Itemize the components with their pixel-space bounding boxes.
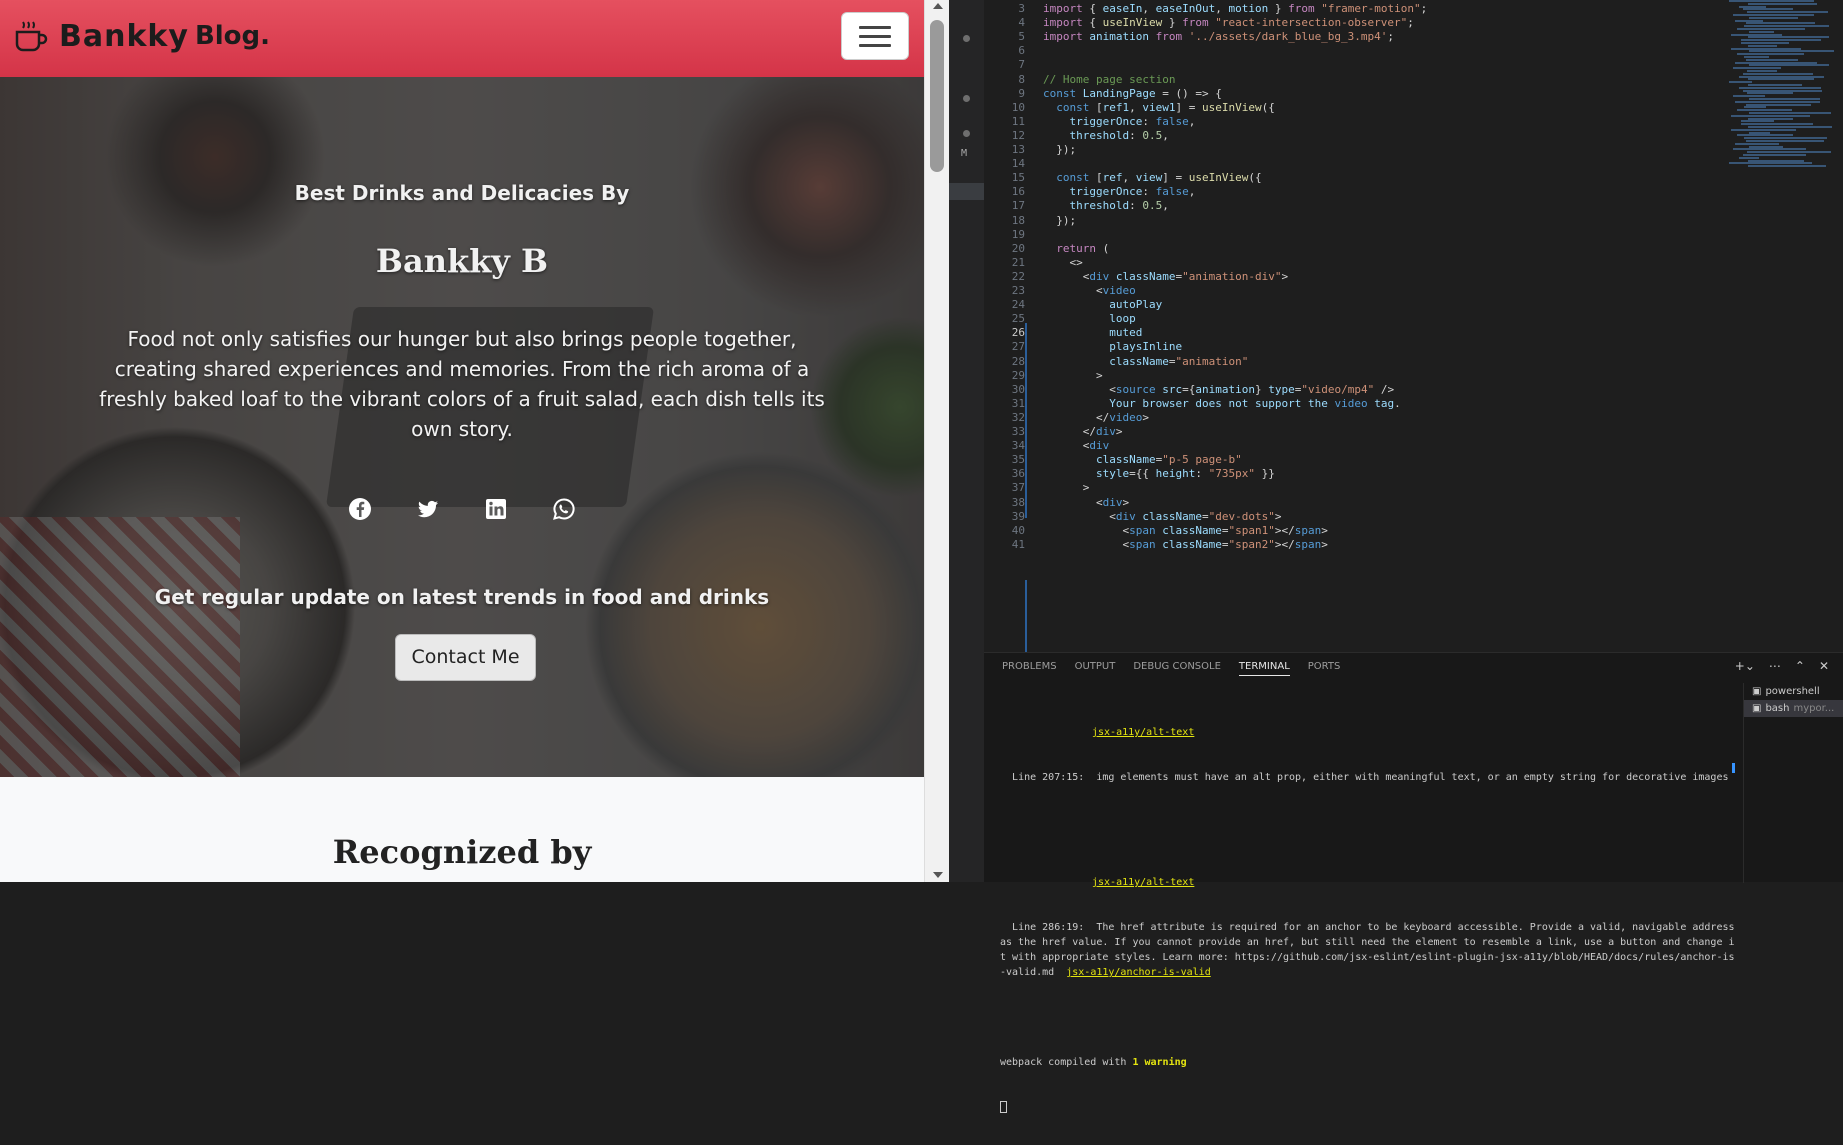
tab-ports[interactable]: PORTS xyxy=(1308,661,1341,676)
code-line[interactable]: 36 style={{ height: "735px" }} xyxy=(985,467,1700,481)
close-panel-icon[interactable]: ✕ xyxy=(1819,659,1829,673)
code-line[interactable]: 38 <div> xyxy=(985,496,1700,510)
more-actions-icon[interactable]: ⋯ xyxy=(1769,659,1781,673)
scroll-down-icon[interactable] xyxy=(933,872,943,878)
panel-controls: +⌄ ⋯ ⌃ ✕ xyxy=(1735,659,1829,673)
tab-output[interactable]: OUTPUT xyxy=(1075,661,1116,676)
code-line[interactable]: 37 > xyxy=(985,481,1700,495)
scrollbar-thumb[interactable] xyxy=(930,20,944,172)
code-line[interactable]: 3 import { easeIn, easeInOut, motion } fr… xyxy=(985,2,1700,16)
code-line[interactable]: 6 xyxy=(985,44,1700,58)
code-line[interactable]: 41 <span className="span2"></span> xyxy=(985,538,1700,552)
code-line[interactable]: 40 <span className="span1"></span> xyxy=(985,524,1700,538)
breakpoint-dot[interactable] xyxy=(963,35,970,42)
terminal-line: Line 207:15: img elements must have an a… xyxy=(1000,772,1729,783)
twitter-icon[interactable] xyxy=(416,497,440,521)
code-line[interactable]: 8// Home page section xyxy=(985,73,1700,87)
code-line[interactable]: 15 const [ref, view] = useInView({ xyxy=(985,171,1700,185)
hero-name: Bankky B xyxy=(375,242,549,280)
whatsapp-icon[interactable] xyxy=(552,497,576,521)
tab-problems[interactable]: PROBLEMS xyxy=(1002,661,1057,676)
code-line[interactable]: 20 return ( xyxy=(985,242,1700,256)
breakpoint-dot[interactable] xyxy=(963,95,970,102)
terminal-list: ▣ powershell ▣ bash mypor... xyxy=(1743,683,1843,883)
code-line[interactable]: 23 <video xyxy=(985,284,1700,298)
contact-me-button[interactable]: Contact Me xyxy=(395,634,536,681)
linkedin-icon[interactable] xyxy=(484,497,508,521)
lint-rule-link[interactable]: jsx-a11y/alt-text xyxy=(1092,877,1194,888)
code-line[interactable]: 30 <source src={animation} type="video/m… xyxy=(985,383,1700,397)
coffee-cup-icon xyxy=(15,21,48,52)
brand-logo[interactable]: Bankky Blog. xyxy=(13,18,270,54)
code-line[interactable]: 16 triggerOnce: false, xyxy=(985,185,1700,199)
brand-name: Bankky xyxy=(59,18,189,54)
browser-viewport: Bankky Blog. Best Drinks and Delicacies … xyxy=(0,0,924,882)
warning-count: 1 warning xyxy=(1132,1057,1187,1068)
code-line[interactable]: 24 autoPlay xyxy=(985,298,1700,312)
code-line[interactable]: 10 const [ref1, view1] = useInView({ xyxy=(985,101,1700,115)
bottom-panel: PROBLEMS OUTPUT DEBUG CONSOLE TERMINAL PORTS… xyxy=(984,652,1843,1113)
navbar: Bankky Blog. xyxy=(0,0,924,77)
code-line[interactable]: 12 threshold: 0.5, xyxy=(985,129,1700,143)
hero-subtitle: Best Drinks and Delicacies By xyxy=(294,181,630,205)
code-line[interactable]: 26 muted xyxy=(985,326,1700,340)
code-line[interactable]: 5 import animation from '../assets/dark_b… xyxy=(985,30,1700,44)
terminal-instance[interactable]: ▣ powershell xyxy=(1744,683,1843,700)
code-line[interactable]: 32 </video> xyxy=(985,411,1700,425)
code-line[interactable]: 39 <div className="dev-dots"> xyxy=(985,510,1700,524)
code-line[interactable]: 33 </div> xyxy=(985,425,1700,439)
code-line[interactable]: 21 <> xyxy=(985,256,1700,270)
code-line[interactable]: 25 loop xyxy=(985,312,1700,326)
browser-scrollbar[interactable] xyxy=(924,0,949,882)
terminal-instance[interactable]: ▣ bash mypor... xyxy=(1744,700,1843,717)
code-line[interactable]: 29 > xyxy=(985,369,1700,383)
hero-description: Food not only satisfies our hunger but a… xyxy=(99,327,825,441)
maximize-panel-icon[interactable]: ⌃ xyxy=(1795,659,1805,673)
code-line[interactable]: 18 }); xyxy=(985,214,1700,228)
code-line[interactable]: 27 playsInline xyxy=(985,340,1700,354)
code-line[interactable]: 19 xyxy=(985,228,1700,242)
tab-debug-console[interactable]: DEBUG CONSOLE xyxy=(1133,661,1221,676)
code-line[interactable]: 35 className="p-5 page-b" xyxy=(985,453,1700,467)
code-line[interactable]: 31 Your browser does not support the vid… xyxy=(985,397,1700,411)
git-change-bar xyxy=(1025,580,1027,652)
hero-section: Best Drinks and Delicacies By Bankky B F… xyxy=(0,77,924,777)
scroll-up-icon[interactable] xyxy=(933,3,943,9)
brand-suffix: Blog. xyxy=(194,21,271,51)
code-line[interactable]: 4 import { useInView } from "react-inters… xyxy=(985,16,1700,30)
tab-terminal[interactable]: TERMINAL xyxy=(1238,661,1290,676)
social-links xyxy=(348,497,576,521)
terminal-output[interactable]: jsx-a11y/alt-text Line 207:15: img eleme… xyxy=(1000,695,1740,1145)
breakpoint-dot[interactable] xyxy=(963,130,970,137)
facebook-icon[interactable] xyxy=(348,497,372,521)
code-line[interactable]: 28 className="animation" xyxy=(985,355,1700,369)
code-line[interactable]: 34 <div xyxy=(985,439,1700,453)
hamburger-icon xyxy=(859,26,891,29)
code-editor[interactable]: M 3 import { easeIn, easeInOut, motion } … xyxy=(949,0,1843,882)
code-line[interactable]: 13 }); xyxy=(985,143,1700,157)
terminal-line: webpack compiled with xyxy=(1000,1057,1133,1068)
code-line[interactable]: 11 triggerOnce: false, xyxy=(985,115,1700,129)
code-line[interactable]: 9 const LandingPage = () => { xyxy=(985,87,1700,101)
terminal-icon: ▣ xyxy=(1752,686,1762,697)
terminal-icon: ▣ xyxy=(1752,703,1762,714)
code-line[interactable]: 14 xyxy=(985,157,1700,171)
lint-rule-link[interactable]: jsx-a11y/anchor-is-valid xyxy=(1066,967,1211,978)
code-line[interactable]: 7 xyxy=(985,58,1700,72)
add-terminal-icon[interactable]: +⌄ xyxy=(1735,659,1755,673)
code-line[interactable]: 22 <div className="animation-div"> xyxy=(985,270,1700,284)
modified-marker: M xyxy=(961,148,968,159)
hero-update-text: Get regular update on latest trends in f… xyxy=(154,585,770,609)
panel-tabs: PROBLEMS OUTPUT DEBUG CONSOLE TERMINAL PORTS xyxy=(1002,661,1340,676)
recognized-by-title: Recognized by xyxy=(332,833,592,871)
terminal-cursor xyxy=(1000,1101,1007,1113)
navbar-toggler-button[interactable] xyxy=(841,12,909,60)
code-line[interactable]: 17 threshold: 0.5, xyxy=(985,199,1700,213)
minimap[interactable] xyxy=(1729,0,1834,170)
lint-rule-link[interactable]: jsx-a11y/alt-text xyxy=(1092,727,1194,738)
